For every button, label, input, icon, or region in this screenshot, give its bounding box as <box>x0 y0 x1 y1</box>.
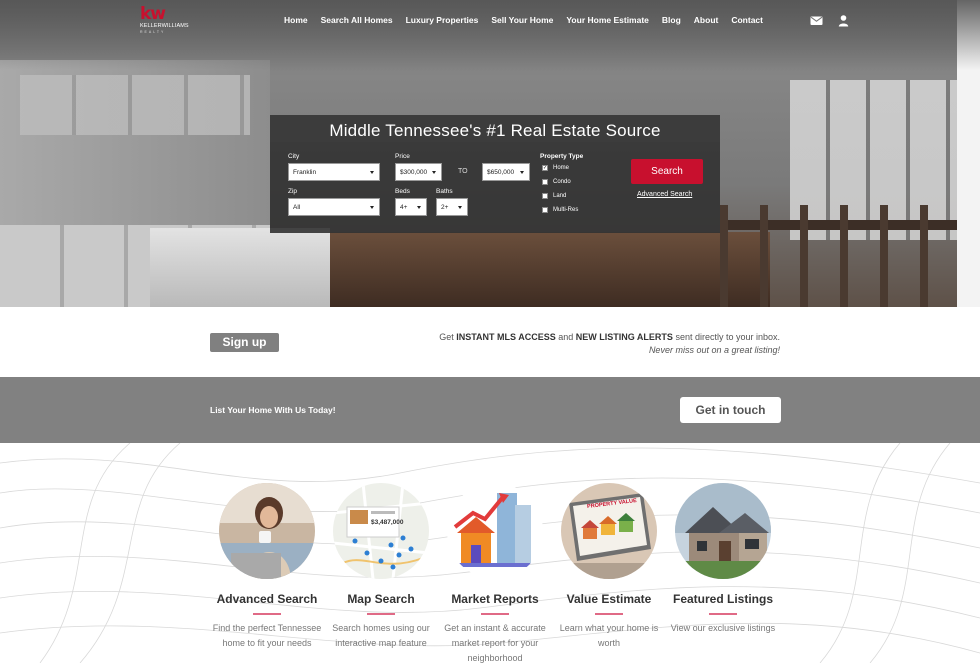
nav-home[interactable]: Home <box>284 15 308 25</box>
user-icon[interactable] <box>837 14 850 27</box>
signup-section: Sign up Get INSTANT MLS ACCESS and NEW L… <box>0 307 980 377</box>
beds-label: Beds <box>395 188 410 195</box>
hero-bg-floor <box>270 232 770 307</box>
feature-underline <box>367 613 395 615</box>
logo-mark: kw <box>140 4 166 24</box>
city-select[interactable]: Franklin <box>288 163 380 181</box>
signup-text: Get INSTANT MLS ACCESS and NEW LISTING A… <box>380 330 780 344</box>
nav-home-estimate[interactable]: Your Home Estimate <box>566 15 649 25</box>
signup-text-mls: INSTANT MLS ACCESS <box>456 332 556 342</box>
city-label: City <box>288 153 300 160</box>
hero-bg-island <box>150 228 330 307</box>
map-card-price: $3,487,000 <box>371 519 404 526</box>
value-estimate-image: PROPERTY VALUE <box>561 483 657 579</box>
feature-title: Value Estimate <box>566 592 652 606</box>
property-type-multi-res[interactable]: Multi-Res <box>542 207 578 213</box>
nav-sell-your-home[interactable]: Sell Your Home <box>491 15 553 25</box>
nav-about[interactable]: About <box>694 15 719 25</box>
feature-desc: Search homes using our interactive map f… <box>332 623 430 648</box>
property-type-land-label: Land <box>553 193 567 199</box>
logo-name: KELLERWILLIAMS <box>140 23 189 29</box>
feature-underline <box>253 613 281 615</box>
baths-label: Baths <box>436 188 453 195</box>
feature-advanced-search[interactable]: Advanced Search Find the perfect Tenness… <box>207 483 327 651</box>
feature-featured-listings[interactable]: Featured Listings View our exclusive lis… <box>663 483 783 636</box>
signup-text-mid: and <box>555 332 576 342</box>
feature-desc: View our exclusive listings <box>670 623 776 633</box>
signup-text-pre: Get <box>439 332 457 342</box>
property-type-condo[interactable]: Condo <box>542 179 571 185</box>
signup-button[interactable]: Sign up <box>210 333 279 352</box>
feature-title: Market Reports <box>451 592 539 606</box>
feature-market-reports[interactable]: Market Reports Get an instant & accurate… <box>435 483 555 663</box>
feature-title: Featured Listings <box>672 592 773 606</box>
list-home-section: List Your Home With Us Today! Get in tou… <box>0 377 980 443</box>
list-home-text: List Your Home With Us Today! <box>210 405 336 415</box>
feature-desc: Get an instant & accurate market report … <box>444 623 546 663</box>
search-form: City Franklin Zip All Price $300,000 TO … <box>270 142 720 233</box>
main-nav: Home Search All Homes Luxury Properties … <box>284 15 776 25</box>
signup-text-post: sent directly to your inbox. <box>672 332 780 342</box>
property-type-land[interactable]: Land <box>542 193 566 199</box>
property-type-home[interactable]: ✓ Home <box>542 165 569 171</box>
checkbox[interactable] <box>542 179 548 185</box>
feature-title: Advanced Search <box>216 592 318 606</box>
search-title: Middle Tennessee's #1 Real Estate Source <box>329 121 661 140</box>
beds-select[interactable]: 4+ <box>395 198 427 216</box>
logo[interactable]: kw KELLERWILLIAMS REALTY <box>140 6 196 36</box>
market-reports-image <box>447 483 543 579</box>
property-type-label: Property Type <box>540 153 584 160</box>
features-section: Advanced Search Find the perfect Tenness… <box>0 443 980 663</box>
price-label: Price <box>395 153 410 160</box>
price-min-select[interactable]: $300,000 <box>395 163 442 181</box>
checkbox[interactable] <box>542 193 548 199</box>
zip-select[interactable]: All <box>288 198 380 216</box>
search-panel: Middle Tennessee's #1 Real Estate Source… <box>270 115 720 233</box>
nav-blog[interactable]: Blog <box>662 15 681 25</box>
feature-title: Map Search <box>347 592 415 606</box>
property-type-multi-res-label: Multi-Res <box>553 207 579 213</box>
price-to-label: TO <box>458 168 468 175</box>
signup-text-alerts: NEW LISTING ALERTS <box>575 332 673 342</box>
feature-desc: Find the perfect Tennessee home to fit y… <box>212 623 322 648</box>
checkbox[interactable] <box>542 207 548 213</box>
advanced-search-image <box>219 483 315 579</box>
price-max-select[interactable]: $650,000 <box>482 163 530 181</box>
featured-listings-image <box>675 483 771 579</box>
hero-bg-dining-table <box>720 205 960 307</box>
advanced-search-link[interactable]: Advanced Search <box>637 191 692 198</box>
baths-select[interactable]: 2+ <box>436 198 468 216</box>
feature-underline <box>709 613 737 615</box>
hero-bg-cabinets <box>20 75 250 135</box>
property-type-home-label: Home <box>553 165 570 171</box>
feature-underline <box>595 613 623 615</box>
map-search-image: $3,487,000 <box>333 483 429 579</box>
nav-search-all-homes[interactable]: Search All Homes <box>321 15 393 25</box>
nav-luxury-properties[interactable]: Luxury Properties <box>406 15 479 25</box>
feature-value-estimate[interactable]: PROPERTY VALUE Value Estimate Learn what… <box>549 483 669 651</box>
property-type-condo-label: Condo <box>553 179 571 185</box>
feature-map-search[interactable]: $3,487,000 Map Search Search homes using… <box>321 483 441 651</box>
search-button[interactable]: Search <box>631 159 703 184</box>
logo-sub: REALTY <box>140 30 166 34</box>
envelope-icon[interactable] <box>810 14 823 27</box>
signup-subtext: Never miss out on a great listing! <box>648 345 780 355</box>
get-in-touch-button[interactable]: Get in touch <box>680 397 781 423</box>
feature-underline <box>481 613 509 615</box>
zip-label: Zip <box>288 188 298 195</box>
nav-icons <box>810 14 850 27</box>
nav-contact[interactable]: Contact <box>731 15 763 25</box>
checkbox-checked[interactable]: ✓ <box>542 165 548 171</box>
feature-desc: Learn what your home is worth <box>559 623 659 648</box>
